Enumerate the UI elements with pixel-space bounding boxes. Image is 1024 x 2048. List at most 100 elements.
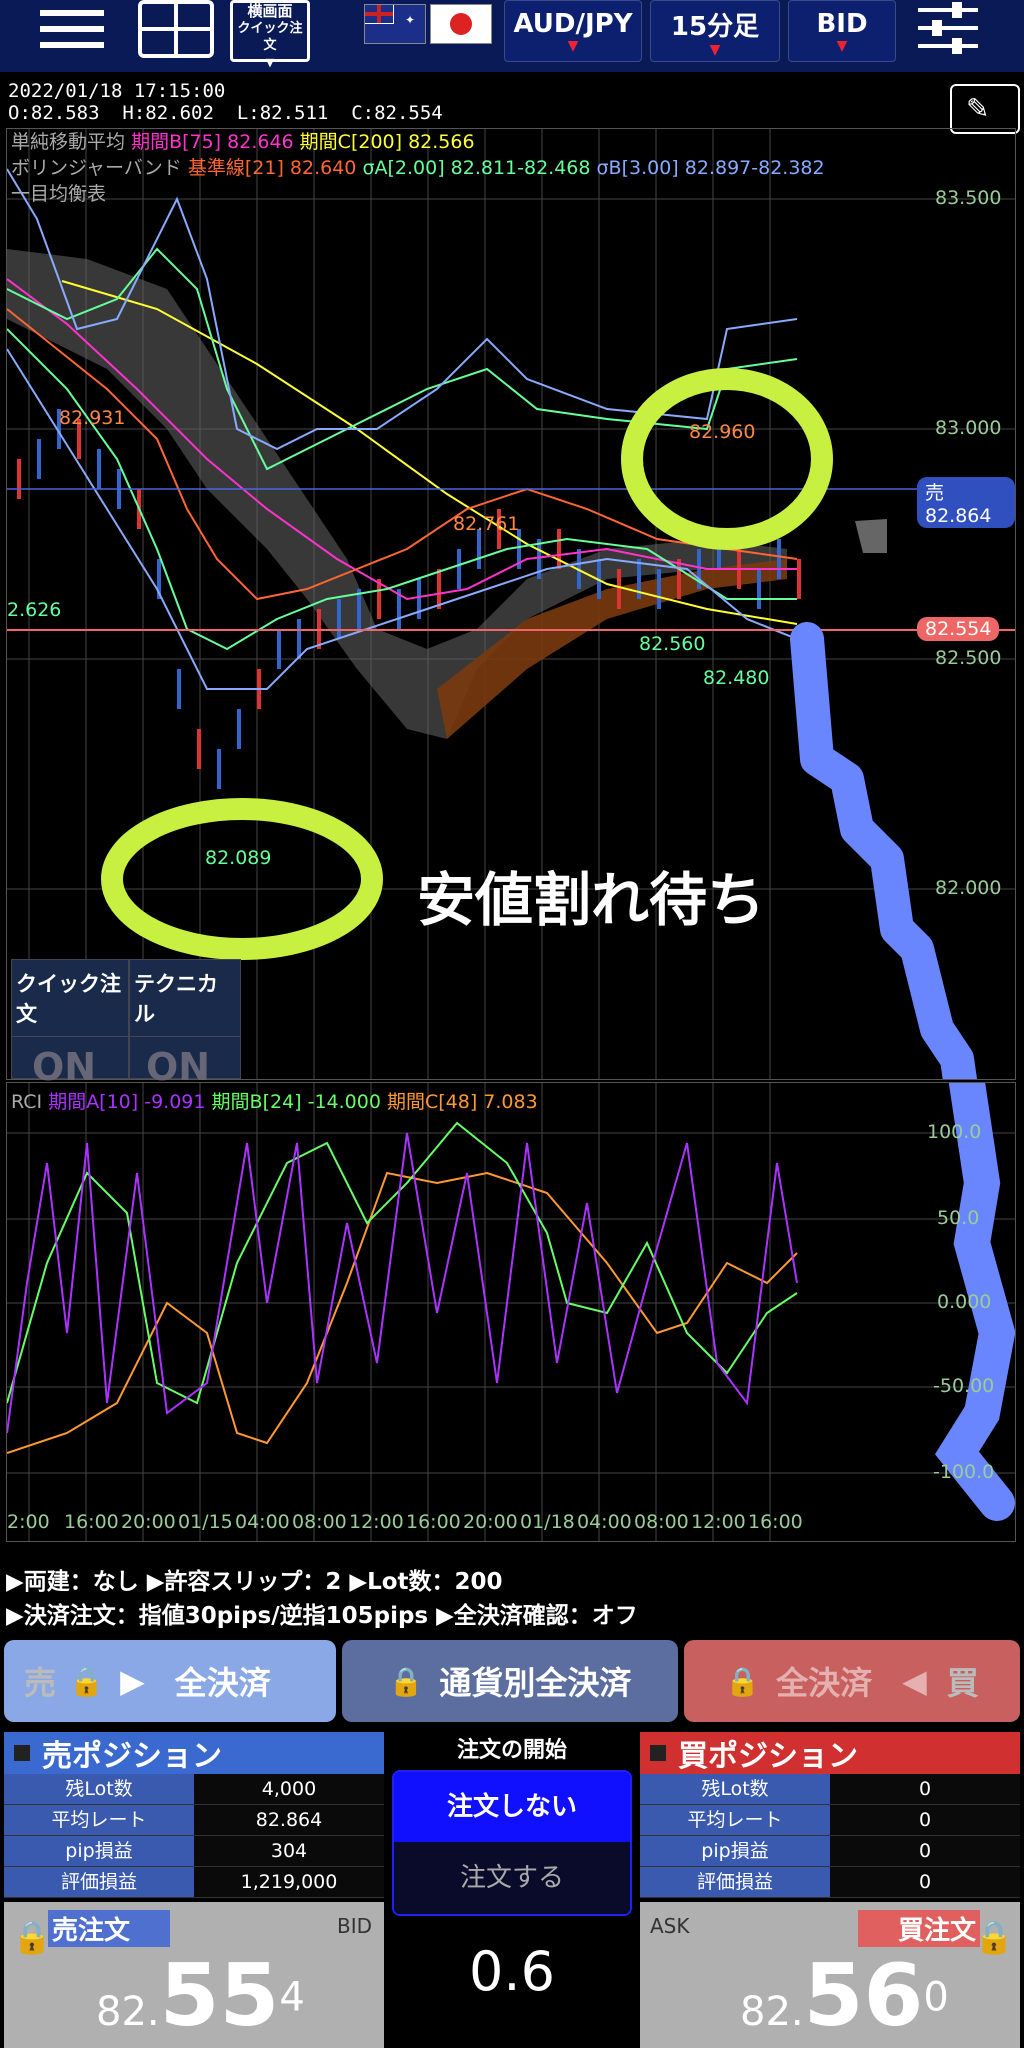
- time-tick-label: 01/15: [178, 1511, 233, 1533]
- rci-name: RCI: [11, 1091, 43, 1113]
- lock-icon: 🔒: [725, 1664, 761, 1698]
- time-tick-label: 04:00: [577, 1511, 632, 1533]
- legend-bb-name: ボリンジャーバンド: [11, 157, 182, 179]
- technical-label: テクニカル: [134, 972, 218, 1026]
- legend-bb-a: σA[2.00] 82.811-82.468: [362, 157, 591, 179]
- candle: [237, 709, 241, 749]
- technical-toggle[interactable]: テクニカル ON: [129, 959, 241, 1089]
- lock-icon: 🔒: [974, 1918, 1014, 1956]
- candle: [177, 669, 181, 709]
- position-row-label: pip損益: [640, 1836, 830, 1866]
- sell-close-all-button[interactable]: 🔒 売 ▶ 全決済: [4, 1640, 336, 1722]
- candle: [337, 599, 341, 639]
- sell-price: 82.554: [96, 1946, 305, 2046]
- rci-axis-m50: -50.00: [933, 1375, 995, 1397]
- position-row: pip損益 0: [640, 1836, 1020, 1867]
- currency-pair-select[interactable]: AUD/JPY ▼: [504, 0, 642, 62]
- annotation-82931: 82.931: [59, 407, 126, 429]
- timeframe-label: 15分足: [670, 11, 760, 42]
- rci-axis-100: 100.0: [927, 1121, 982, 1143]
- price-82500: 82.500: [935, 647, 1002, 669]
- sell-position-table: 売ポジション 残Lot数 4,000 平均レート 82.864 pip損益 304 評価損益…: [4, 1732, 384, 1898]
- quick-order-toggle[interactable]: クイック注文 ON: [11, 959, 129, 1089]
- time-tick-label: 20:00: [121, 1511, 176, 1533]
- ohlc-close: C:82.554: [351, 102, 443, 124]
- candle: [457, 549, 461, 589]
- position-row-label: 評価損益: [4, 1867, 194, 1897]
- annotation-82089: 82.089: [205, 847, 272, 869]
- legend-sma-c: 期間C[200] 82.566: [299, 131, 475, 153]
- time-tick-label: 01/18: [520, 1511, 575, 1533]
- buy-price-int: 82.: [740, 1989, 804, 2035]
- legend-sma: 単純移動平均 期間B[75] 82.646 期間C[200] 82.566: [11, 127, 475, 154]
- buy-close-all-label: 全決済: [776, 1664, 873, 1702]
- candle: [477, 529, 481, 569]
- rci-axis-m100: -100.0: [933, 1461, 995, 1483]
- landscape-quick-order-button[interactable]: 横画面 クイック注文 ▼: [230, 0, 310, 69]
- position-row-value: 82.864: [194, 1805, 384, 1835]
- position-row-label: 残Lot数: [640, 1774, 830, 1804]
- time-axis: 2:00 16:00 20:00 01/15 04:00 08:00 12:00 16:00 2…: [7, 1511, 827, 1535]
- time-tick-label: 16:00: [64, 1511, 119, 1533]
- settings-sliders-icon[interactable]: [918, 2, 978, 56]
- rci-chart[interactable]: RCI 期間A[10] -9.091 期間B[24] -14.000 期間C[4…: [6, 1082, 1016, 1542]
- buy-position-header: 買ポジション: [640, 1732, 1020, 1774]
- ohlc-low: L:82.511: [236, 102, 329, 124]
- candle: [777, 539, 781, 579]
- annotation-82960: 82.960: [689, 421, 756, 443]
- position-row: 評価損益 0: [640, 1867, 1020, 1898]
- candle: [757, 569, 761, 609]
- buy-close-all-button[interactable]: 🔒 全決済 ◀ 買: [684, 1640, 1020, 1722]
- sell-price-pip: 4: [279, 1974, 305, 2021]
- annotation-82761: 82.761: [453, 513, 520, 535]
- sell-order-button[interactable]: 売注文 🔒 BID 82.554: [4, 1902, 384, 2048]
- buy-order-button[interactable]: ASK 買注文 🔒 82.560: [640, 1902, 1020, 2048]
- legend-bb-base: 基準線[21] 82.640: [187, 157, 357, 179]
- no-order-button[interactable]: 注文しない: [394, 1772, 630, 1842]
- position-row-label: 平均レート: [640, 1805, 830, 1835]
- timeframe-select[interactable]: 15分足 ▼: [650, 0, 780, 62]
- quick-order-label: クイック注文: [16, 972, 121, 1026]
- time-tick-label: 2:00: [7, 1511, 50, 1533]
- candle: [677, 559, 681, 599]
- candle: [357, 589, 361, 629]
- dropdown-arrow-icon: ▼: [567, 38, 579, 54]
- handdrawn-down-arrow: [790, 622, 978, 1079]
- price-side-select[interactable]: BID ▼: [788, 0, 896, 62]
- settings-info-line1: ▶両建：なし ▶許容スリップ：2 ▶Lot数：200: [6, 1569, 503, 1595]
- time-tick-label: 12:00: [349, 1511, 404, 1533]
- candle: [557, 529, 561, 569]
- position-row-value: 0: [830, 1774, 1020, 1804]
- currency-close-all-button[interactable]: 🔒 通貨別全決済: [342, 1640, 678, 1722]
- candle: [37, 439, 41, 479]
- buy-side-label: 買: [946, 1664, 979, 1702]
- chevron-down-icon: ▼: [265, 56, 275, 69]
- position-row-label: 平均レート: [4, 1805, 194, 1835]
- menu-icon[interactable]: [40, 6, 104, 50]
- candle: [797, 559, 801, 599]
- rci-c: 期間C[48] 7.083: [387, 1091, 538, 1113]
- layout-grid-icon[interactable]: [138, 0, 214, 58]
- position-row-label: pip損益: [4, 1836, 194, 1866]
- position-row-value: 304: [194, 1836, 384, 1866]
- legend-sma-b: 期間B[75] 82.646: [131, 131, 294, 153]
- main-chart[interactable]: 単純移動平均 期間B[75] 82.646 期間C[200] 82.566 ボリ…: [6, 127, 1016, 1089]
- pencil-icon: ✎: [966, 92, 990, 125]
- drawing-tool-button[interactable]: ✎: [950, 84, 1020, 134]
- ohlc-open: O:82.583: [8, 102, 100, 124]
- buy-price: 82.560: [740, 1946, 949, 2046]
- rci-legend: RCI 期間A[10] -9.091 期間B[24] -14.000 期間C[4…: [11, 1087, 538, 1114]
- buy-order-label: 買注文: [857, 1910, 980, 1947]
- position-row: pip損益 304: [4, 1836, 384, 1867]
- annotation-82626: 2.626: [7, 599, 62, 621]
- time-tick-label: 08:00: [292, 1511, 347, 1533]
- time-tick-label: 08:00: [634, 1511, 689, 1533]
- ohlc-values: O:82.583 H:82.602 L:82.511 C:82.554: [8, 102, 443, 124]
- time-tick-label: 20:00: [463, 1511, 518, 1533]
- candle: [197, 729, 201, 769]
- annotation-82480: 82.480: [703, 667, 770, 689]
- handdrawn-circle-low: [101, 798, 383, 960]
- do-order-button[interactable]: 注文する: [394, 1842, 630, 1914]
- buy-position-title: 買ポジション: [678, 1739, 858, 1774]
- ohlc-datetime: 2022/01/18 17:15:00: [8, 80, 226, 102]
